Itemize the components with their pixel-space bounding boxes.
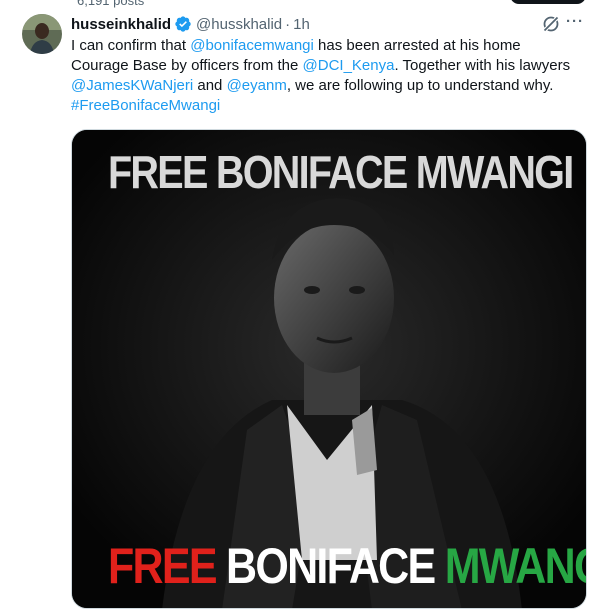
tweet-header: husseinkhalid @husskhalid · 1h xyxy=(71,13,310,35)
post-time[interactable]: 1h xyxy=(293,16,310,33)
text-segment: . Together with his lawyers xyxy=(394,57,571,74)
text-segment: has been arrested at his home xyxy=(313,37,521,54)
tweet-media-image[interactable]: FREE BONIFACE MWANGI FREE BONIFACE MWANG… xyxy=(71,129,587,609)
image-title-word-free: FREE xyxy=(107,538,218,594)
avatar-image xyxy=(22,14,62,54)
follow-button[interactable] xyxy=(510,0,586,4)
image-title-top: FREE BONIFACE MWANGI xyxy=(107,146,574,198)
text-segment: and xyxy=(193,77,227,94)
hashtag-freebonifacemwangi[interactable]: #FreeBonifaceMwangi xyxy=(71,97,220,114)
mention-bonifacemwangi[interactable]: @bonifacemwangi xyxy=(190,37,314,54)
image-title-word-boniface: BONIFACE xyxy=(226,538,436,594)
text-segment: , we are following up to understand why. xyxy=(286,77,554,94)
image-title-word-mwangi: MWANGI xyxy=(444,538,586,594)
avatar[interactable] xyxy=(22,14,62,54)
author-handle[interactable]: @husskhalid xyxy=(196,16,282,33)
more-options-icon[interactable]: ··· xyxy=(566,13,584,30)
header-separator: · xyxy=(285,15,291,33)
verified-badge-icon[interactable] xyxy=(174,15,192,33)
text-segment: I can confirm that xyxy=(71,37,191,54)
text-segment: Courage Base by officers from the xyxy=(71,57,303,74)
mention-dci-kenya[interactable]: @DCI_Kenya xyxy=(303,57,395,74)
mention-eyanm[interactable]: @eyanm xyxy=(227,77,287,94)
tweet-text: I can confirm that @bonifacemwangi has b… xyxy=(71,36,586,116)
grok-icon[interactable] xyxy=(541,14,561,34)
author-name[interactable]: husseinkhalid xyxy=(71,16,171,33)
mention-jameskwanjeri[interactable]: @JamesKWaNjeri xyxy=(71,77,193,94)
image-title-bottom: FREE BONIFACE MWANGI xyxy=(107,538,586,594)
profile-post-count: 6,191 posts xyxy=(77,0,145,8)
